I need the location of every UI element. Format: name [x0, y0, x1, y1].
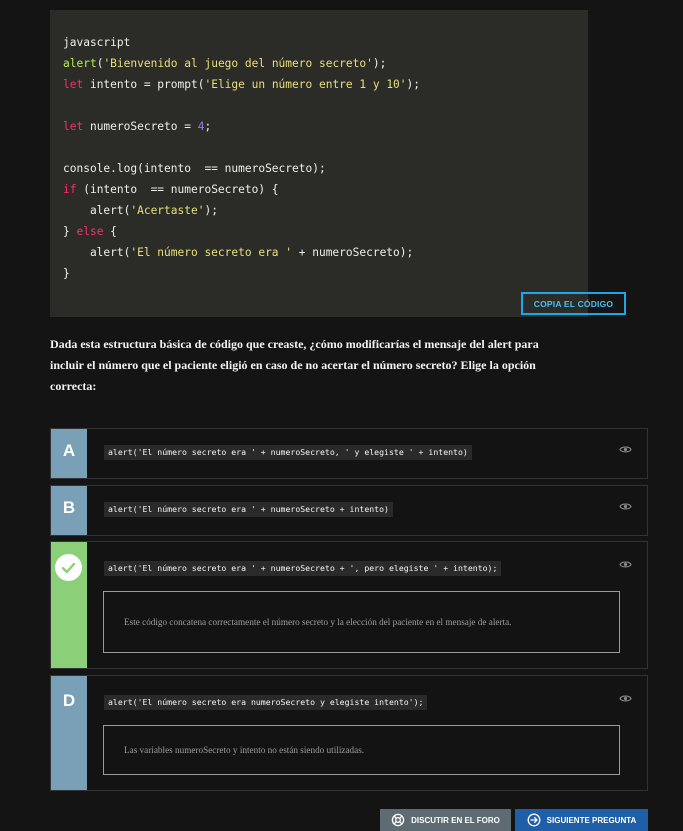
option-c[interactable]: alert('El número secreto era ' + numeroS…	[50, 541, 648, 669]
option-letter-badge: D	[51, 676, 87, 790]
code-line: alert('Acertaste');	[63, 204, 218, 217]
eye-icon[interactable]	[619, 694, 632, 703]
eye-icon[interactable]	[619, 445, 632, 454]
feedback-box: Las variables numeroSecreto y intento no…	[103, 725, 620, 775]
option-letter: B	[62, 498, 76, 517]
option-b[interactable]: B alert('El número secreto era ' + numer…	[50, 485, 648, 536]
code-content: javascript alert('Bienvenido al juego del…	[63, 32, 420, 284]
next-button-label: SIGUIENTE PREGUNTA	[546, 815, 637, 825]
code-line: if (intento == numeroSecreto) {	[63, 183, 279, 196]
code-line: let intento = prompt('Elige un número en…	[63, 78, 421, 91]
option-a[interactable]: A alert('El número secreto era ' + numer…	[50, 428, 648, 479]
arrow-right-icon	[527, 813, 541, 827]
eye-icon[interactable]	[619, 560, 632, 569]
code-line: }	[63, 267, 70, 280]
option-code: alert('El número secreto era ' + numeroS…	[104, 561, 502, 576]
code-line: alert('Bienvenido al juego del número se…	[63, 57, 387, 70]
code-line: let numeroSecreto = 4;	[63, 120, 212, 133]
copy-code-button[interactable]: COPIA EL CÓDIGO	[521, 292, 626, 315]
code-line: alert('El número secreto era ' + numeroS…	[63, 246, 414, 259]
option-d[interactable]: D alert('El número secreto era numeroSec…	[50, 675, 648, 791]
code-line: javascript	[63, 36, 131, 49]
question-text: Dada esta estructura básica de código qu…	[50, 337, 539, 393]
check-icon	[55, 554, 82, 581]
option-letter: A	[62, 441, 76, 460]
code-line: console.log(intento == numeroSecreto);	[63, 162, 326, 175]
option-code: alert('El número secreto era numeroSecre…	[104, 695, 428, 710]
option-code: alert('El número secreto era ' + numeroS…	[104, 445, 472, 460]
option-letter: D	[62, 691, 76, 710]
feedback-text: Las variables numeroSecreto y intento no…	[124, 744, 365, 755]
option-letter-badge: A	[51, 429, 87, 478]
option-letter-badge	[51, 542, 87, 668]
code-block: javascript alert('Bienvenido al juego del…	[50, 10, 626, 317]
forum-button-label: DISCUTIR EN EL FORO	[411, 815, 500, 825]
code-line: } else {	[63, 225, 117, 238]
feedback-text: Este código concatena correctamente el n…	[124, 616, 512, 627]
eye-icon[interactable]	[619, 502, 632, 511]
feedback-box: Este código concatena correctamente el n…	[103, 591, 620, 653]
option-code: alert('El número secreto era ' + numeroS…	[104, 502, 393, 517]
option-letter-badge: B	[51, 486, 87, 535]
forum-icon	[391, 813, 405, 827]
